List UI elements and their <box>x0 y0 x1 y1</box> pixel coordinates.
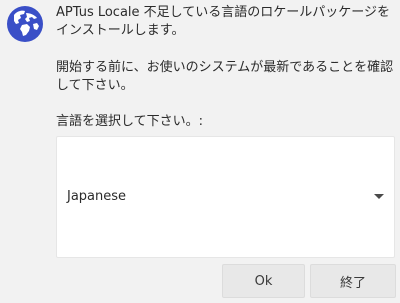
notice-line-1: 開始する前に、お使いのシステムが最新であることを確認 <box>56 60 394 75</box>
dropdown-arrow-icon <box>374 194 384 199</box>
quit-button[interactable]: 終了 <box>310 264 396 298</box>
language-select-value: Japanese <box>67 189 127 204</box>
intro-text: APTus Locale 不足している言語のロケールパッケージを インストールし… <box>56 4 390 40</box>
ok-button[interactable]: Ok <box>222 264 305 298</box>
intro-line-2: インストールします。 <box>56 23 185 38</box>
locale-dialog: APTus Locale 不足している言語のロケールパッケージを インストールし… <box>0 0 400 303</box>
ok-button-label: Ok <box>254 273 273 289</box>
language-prompt: 言語を選択して下さい。: <box>56 113 203 131</box>
notice-line-2: して下さい。 <box>56 78 134 93</box>
notice-text: 開始する前に、お使いのシステムが最新であることを確認 して下さい。 <box>56 59 393 95</box>
globe-icon <box>6 5 44 43</box>
quit-button-label: 終了 <box>339 275 366 291</box>
language-select[interactable]: Japanese <box>56 136 395 258</box>
language-prompt-label: 言語を選択して下さい。: <box>56 114 203 129</box>
intro-line-1: APTus Locale 不足している言語のロケールパッケージを <box>56 5 391 20</box>
